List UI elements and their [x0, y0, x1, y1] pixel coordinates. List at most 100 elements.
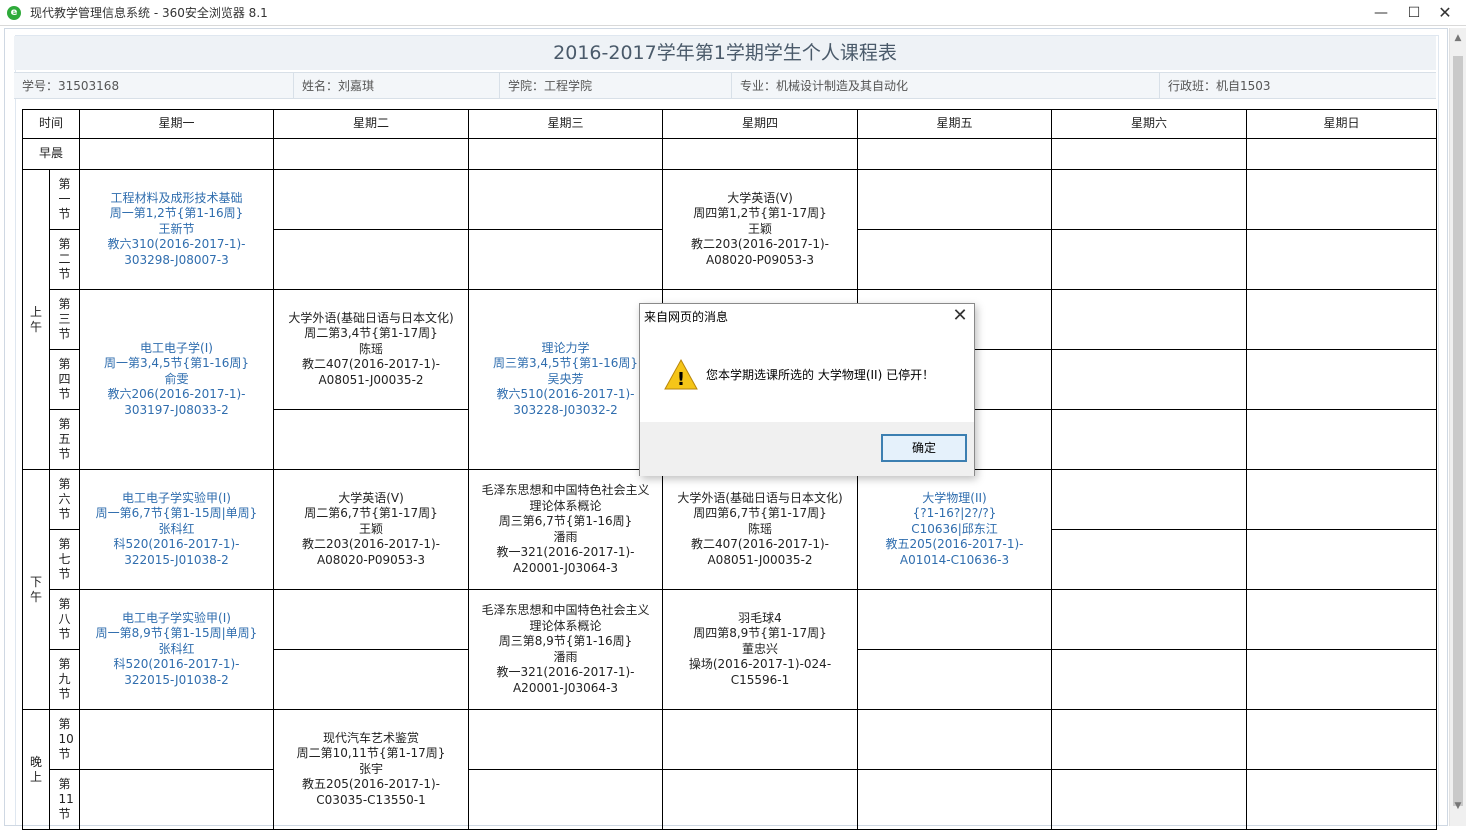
course-cell: 大学英语(V) 周四第1,2节{第1-17周} 王颖 教二203(2016-2017-… [662, 169, 858, 290]
course-cell: 毛泽东思想和中国特色社会主义 理论体系概论 周三第8,9节{第1-16周} 潘雨 教一3… [468, 589, 663, 710]
header-day: 星期二 [273, 109, 469, 139]
course-info-line: 周四第8,9节{第1-17周} [693, 626, 827, 641]
student-name: 姓名：刘嘉琪 [294, 73, 500, 99]
slot-label: 第九节 [49, 649, 80, 710]
course-info-line: 工程材料及成形技术基础 [110, 190, 243, 205]
dialog-close-button[interactable]: ✕ [948, 304, 972, 328]
course-info-line: 理论力学 [541, 340, 590, 355]
course-info-line: 王新节 [158, 221, 195, 236]
course-info-line: 电工电子学(I) [140, 340, 213, 355]
maximize-button[interactable]: ☐ [1397, 0, 1431, 26]
course-info-line: 周一第3,4,5节{第1-16周} [103, 356, 250, 371]
window-title: 现代教学管理信息系统 - 360安全浏览器 8.1 [30, 6, 268, 20]
section-label-evening: 晚上 [22, 709, 50, 830]
header-day: 星期四 [662, 109, 858, 139]
course-info-line: 董忠兴 [741, 641, 778, 656]
course-info-line: A08051-J00035-2 [707, 552, 813, 567]
course-cell[interactable]: 电工电子学(I) 周一第3,4,5节{第1-16周} 俞雯 教六206(2016-20… [79, 289, 274, 470]
course-info-line: 周二第3,4节{第1-17周} [304, 326, 438, 341]
course-info-line: 周二第10,11节{第1-17周} [296, 746, 446, 761]
course-cell: 大学外语(基础日语与日本文化) 周四第6,7节{第1-17周} 陈瑶 教二407(20… [662, 469, 858, 590]
course-info-line: 张科红 [158, 641, 195, 656]
section-label-am: 上午 [22, 169, 50, 470]
course-cell: 羽毛球4 周四第8,9节{第1-17周} 董忠兴 操场(2016-2017-1)-02… [662, 589, 858, 710]
section-label-pm: 下午 [22, 469, 50, 710]
warning-icon: ! [664, 358, 698, 390]
course-info-line: 教二407(2016-2017-1)- [302, 357, 440, 372]
course-info-line: 陈瑶 [358, 341, 383, 356]
course-info-line: 周三第6,7节{第1-16周} [498, 514, 633, 528]
course-info-line: 周二第6,7节{第1-17周} [304, 506, 438, 521]
course-info-line: 周四第1,2节{第1-17周} [693, 206, 827, 221]
course-info-line: 教一321(2016-2017-1)- [496, 665, 635, 679]
course-info-line: 教六310(2016-2017-1)- [107, 237, 246, 252]
header-day: 星期日 [1246, 109, 1437, 139]
header-day: 星期三 [468, 109, 663, 139]
course-info-line: 操场(2016-2017-1)-024- [688, 657, 832, 672]
course-info-line: 毛泽东思想和中国特色社会主义 [481, 483, 650, 497]
course-info-line: 教一321(2016-2017-1)- [496, 545, 635, 559]
slot-label: 第二节 [49, 229, 80, 290]
course-info-line: 科520(2016-2017-1)- [113, 657, 240, 672]
course-info-line: 教二407(2016-2017-1)- [691, 537, 829, 552]
course-info-line: 大学英语(V) [727, 190, 793, 205]
course-info-line: 王颖 [747, 221, 772, 236]
slot-label: 第三节 [49, 289, 80, 350]
ok-button[interactable]: 确定 [881, 434, 967, 462]
course-info-line: 大学外语(基础日语与日本文化) [288, 310, 454, 325]
course-cell[interactable]: 理论力学 周三第3,4,5节{第1-16周} 吴央芳 教六510(2016-2017-… [468, 289, 663, 470]
course-info-line: 羽毛球4 [738, 610, 782, 625]
dialog-footer: 确定 [640, 422, 974, 476]
course-info-line: 教六510(2016-2017-1)- [496, 387, 635, 402]
course-info-line: 大学外语(基础日语与日本文化) [677, 490, 843, 505]
minimize-button[interactable]: — [1364, 0, 1398, 26]
course-info-line: 周一第8,9节{第1-15周|单周} [95, 626, 258, 641]
course-cell[interactable]: 工程材料及成形技术基础 周一第1,2节{第1-16周} 王新节 教六310(2016-… [79, 169, 274, 290]
course-info-line: 理论体系概论 [529, 498, 602, 513]
course-info-line: 毛泽东思想和中国特色社会主义 [481, 603, 650, 617]
svg-text:!: ! [677, 369, 685, 390]
course-info-line: A20001-J03064-3 [512, 680, 619, 695]
header-day: 星期六 [1051, 109, 1247, 139]
course-cell[interactable]: 电工电子学实验甲(Ⅰ) 周一第8,9节{第1-15周|单周} 张科红 科520(201… [79, 589, 274, 710]
close-window-button[interactable]: ✕ [1428, 0, 1462, 26]
course-cell[interactable]: 电工电子学实验甲(Ⅰ) 周一第6,7节{第1-15周|单周} 张科红 科520(201… [79, 469, 274, 590]
course-info-line: 张科红 [158, 521, 195, 536]
scrollbar-thumb[interactable] [1453, 56, 1463, 806]
course-info-line: 303298-J08007-3 [124, 252, 229, 267]
vertical-scrollbar[interactable]: ▲ ▼ [1449, 28, 1466, 826]
course-info-line: A20001-J03064-3 [512, 560, 619, 575]
page-title: 2016-2017学年第1学期学生个人课程表 [14, 36, 1436, 70]
course-info-line: 教五205(2016-2017-1)- [885, 537, 1024, 552]
course-info-line: 王颖 [358, 521, 383, 536]
student-id: 学号：31503168 [14, 73, 294, 99]
scroll-up-arrow-icon[interactable]: ▲ [1450, 30, 1466, 46]
course-info-line: 教六206(2016-2017-1)- [107, 387, 246, 402]
slot-label: 第四节 [49, 349, 80, 410]
slot-label: 第八节 [49, 589, 80, 650]
browser-logo-icon: e [7, 6, 21, 20]
course-info-line: 现代汽车艺术鉴赏 [322, 730, 419, 745]
major: 专业：机械设计制造及其自动化 [732, 73, 1160, 99]
college: 学院：工程学院 [500, 73, 732, 99]
course-info-line: 周三第8,9节{第1-16周} [498, 634, 633, 648]
course-info-line: 陈瑶 [747, 521, 772, 536]
slot-label: 第11节 [49, 769, 80, 830]
slot-label: 第五节 [49, 409, 80, 470]
course-info-line: 303197-J08033-2 [124, 402, 229, 417]
course-info-line: 潘雨 [553, 649, 578, 664]
slot-label: 第一节 [49, 169, 80, 230]
course-info-line: 电工电子学实验甲(Ⅰ) [122, 610, 231, 625]
course-info-line: 322015-J01038-2 [124, 672, 229, 687]
slot-label: 第10节 [49, 709, 80, 770]
course-info-line: 周一第1,2节{第1-16周} [109, 206, 244, 221]
course-info-line: 大学物理(II) [922, 490, 987, 505]
course-cell[interactable]: 大学物理(II) {?1-16?|2?/?} C10636|邱东江 教五205(201… [857, 469, 1052, 590]
course-info-line: A08020-P09053-3 [316, 552, 426, 567]
student-info-bar: 学号：31503168 姓名：刘嘉琪 学院：工程学院 专业：机械设计制造及其自动… [14, 72, 1436, 99]
slot-label: 第七节 [49, 529, 80, 590]
course-info-line: 俞雯 [164, 371, 189, 386]
window-titlebar: e 现代教学管理信息系统 - 360安全浏览器 8.1 — ☐ ✕ [0, 0, 1466, 26]
course-info-line: 潘雨 [553, 529, 578, 544]
scroll-down-arrow-icon[interactable]: ▼ [1450, 798, 1466, 814]
